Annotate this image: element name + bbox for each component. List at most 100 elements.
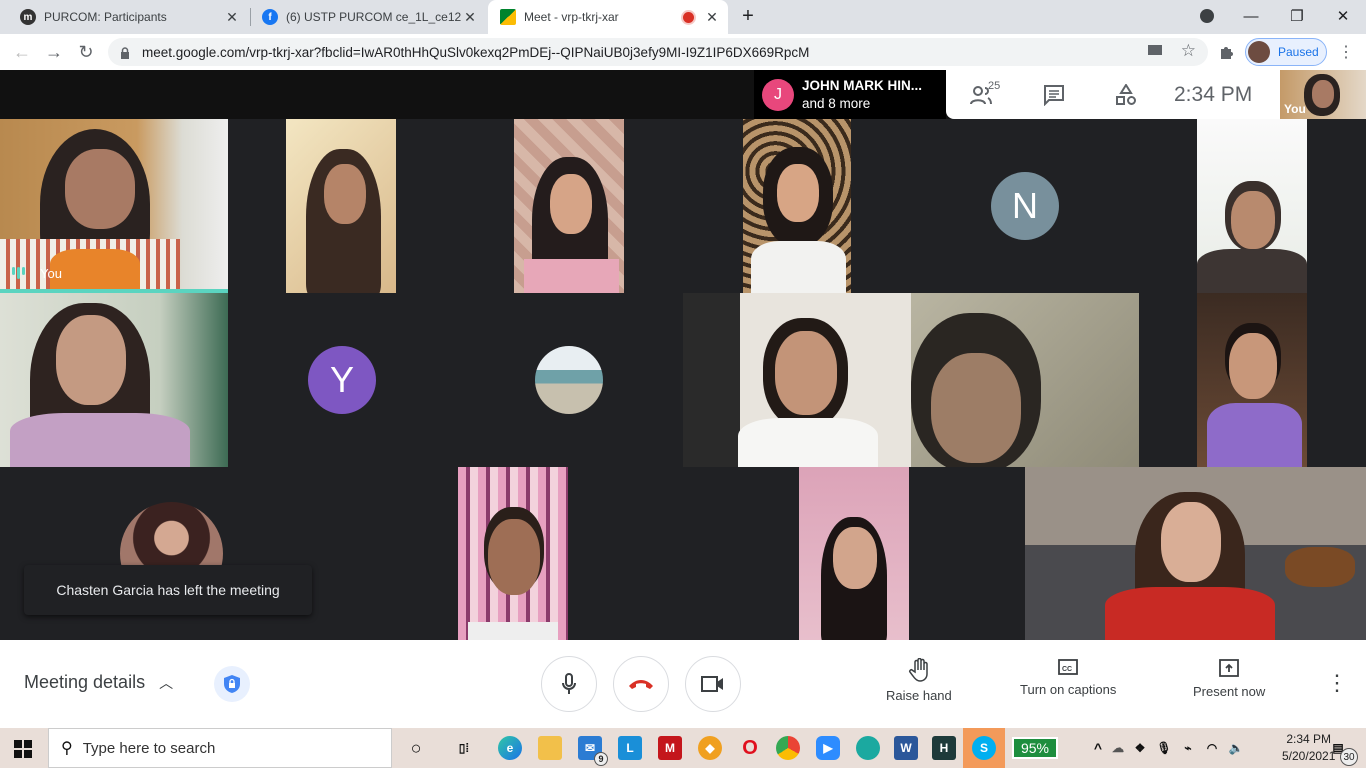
- new-tab-button[interactable]: +: [734, 0, 762, 32]
- opera-icon[interactable]: O: [738, 736, 762, 760]
- camera-indicator-icon[interactable]: [1148, 45, 1162, 55]
- start-button[interactable]: [14, 740, 32, 758]
- participant-avatar: Y: [308, 346, 376, 414]
- skype-icon: S: [972, 736, 996, 760]
- close-tab-icon[interactable]: ✕: [224, 9, 240, 26]
- closed-captions-icon: CC: [1058, 659, 1079, 675]
- lock-icon: [120, 46, 130, 59]
- video-tile[interactable]: [286, 119, 396, 293]
- chevron-up-icon: ︿: [159, 674, 174, 691]
- video-tile[interactable]: [799, 467, 909, 640]
- video-tile-no-camera[interactable]: [120, 502, 223, 570]
- video-tile[interactable]: [1197, 119, 1307, 293]
- video-tile[interactable]: [458, 467, 568, 640]
- leave-call-button[interactable]: [613, 656, 669, 712]
- mcafee-icon[interactable]: M: [658, 736, 682, 760]
- video-tile[interactable]: [743, 119, 851, 293]
- facebook-icon: f: [262, 9, 278, 25]
- activities-button[interactable]: [1090, 70, 1162, 119]
- taskbar-search[interactable]: ⚲ Type here to search: [48, 728, 392, 768]
- wifi-icon[interactable]: ◠: [1200, 736, 1224, 760]
- word-icon[interactable]: W: [894, 736, 918, 760]
- forward-button[interactable]: →: [42, 40, 66, 64]
- app-l-icon[interactable]: L: [618, 736, 642, 760]
- hang-up-icon: [629, 680, 653, 689]
- browser-menu-icon[interactable]: ⋮: [1334, 40, 1358, 64]
- edge-icon[interactable]: e: [498, 736, 522, 760]
- battery-indicator[interactable]: 95%: [1012, 737, 1058, 759]
- video-tile-no-camera[interactable]: N: [852, 119, 1197, 293]
- video-tile[interactable]: [1025, 467, 1366, 640]
- video-tile-no-camera[interactable]: [456, 293, 683, 467]
- task-view-icon[interactable]: ▯⁞: [452, 736, 476, 760]
- present-screen-icon: [1219, 659, 1240, 677]
- back-button[interactable]: ←: [10, 40, 34, 64]
- dropbox-icon[interactable]: ❖: [1128, 736, 1152, 760]
- video-tile[interactable]: [1197, 293, 1307, 467]
- recording-icon: [683, 11, 694, 23]
- more-options-icon[interactable]: ⋮: [1326, 670, 1348, 696]
- reload-button[interactable]: ↻: [74, 40, 98, 64]
- address-bar[interactable]: meet.google.com/vrp-tkrj-xar?fbclid=IwAR…: [108, 38, 1208, 66]
- onedrive-icon[interactable]: ☁: [1106, 736, 1130, 760]
- moodle-icon: m: [20, 9, 36, 25]
- present-now-button[interactable]: Present now: [1193, 658, 1265, 699]
- captions-button[interactable]: CC Turn on captions: [1020, 658, 1116, 697]
- file-explorer-icon[interactable]: [538, 736, 562, 760]
- google-meet-icon: [500, 9, 516, 25]
- chrome-icon[interactable]: [776, 736, 800, 760]
- extensions-icon[interactable]: [1214, 40, 1238, 64]
- microphone-tray-icon[interactable]: 🎙: [1152, 736, 1176, 760]
- microphone-icon: [562, 673, 576, 694]
- video-tile[interactable]: [683, 293, 911, 467]
- video-tile[interactable]: [514, 119, 624, 293]
- cortana-icon[interactable]: ○: [404, 736, 428, 760]
- activities-icon: [1116, 83, 1136, 105]
- zoom-icon[interactable]: ▶: [816, 736, 840, 760]
- camera-icon: [701, 676, 723, 692]
- search-icon: ⚲: [61, 740, 73, 757]
- self-preview-thumbnail[interactable]: You: [1280, 70, 1366, 119]
- video-tile-no-camera[interactable]: Y: [228, 293, 456, 467]
- presenting-info[interactable]: J JOHN MARK HIN... and 8 more: [754, 70, 946, 119]
- bookmark-star-icon[interactable]: ☆: [1181, 41, 1196, 61]
- chat-button[interactable]: [1018, 70, 1090, 119]
- app-circle-icon[interactable]: [856, 736, 880, 760]
- volume-icon[interactable]: 🔈: [1224, 736, 1248, 760]
- profile-avatar: [1248, 41, 1270, 63]
- camera-button[interactable]: [685, 656, 741, 712]
- video-tile-self[interactable]: You: [0, 119, 228, 293]
- meet-bottom-bar: Meeting details ︿ Raise hand CC Turn on …: [0, 640, 1366, 728]
- raise-hand-icon: [908, 658, 928, 682]
- microphone-button[interactable]: [541, 656, 597, 712]
- restore-button[interactable]: ❐: [1274, 0, 1320, 32]
- notifications-icon[interactable]: ▤ 30: [1326, 736, 1358, 766]
- video-tile[interactable]: [911, 293, 1139, 467]
- close-tab-icon[interactable]: ✕: [704, 9, 720, 26]
- mail-icon[interactable]: ✉ 9: [578, 736, 608, 766]
- meet-info-bar: 25 2:34 PM: [946, 70, 1280, 119]
- host-controls-button[interactable]: [214, 666, 250, 702]
- tab-purcom-participants[interactable]: m PURCOM: Participants ✕: [8, 0, 248, 34]
- raise-hand-button[interactable]: Raise hand: [886, 658, 952, 703]
- participant-profile-photo: [535, 346, 603, 414]
- participants-button[interactable]: 25: [946, 70, 1018, 119]
- meeting-details-button[interactable]: Meeting details ︿: [24, 672, 173, 693]
- profile-button[interactable]: Paused: [1245, 38, 1327, 66]
- vpn-icon[interactable]: ◆: [698, 736, 722, 760]
- tab-facebook[interactable]: f (6) USTP PURCOM ce_1L_ce12 Se ✕: [250, 0, 486, 34]
- app-h-icon[interactable]: H: [932, 736, 956, 760]
- power-icon[interactable]: ⌁: [1176, 736, 1200, 760]
- minimize-button[interactable]: —: [1228, 0, 1274, 32]
- windows-taskbar: ⚲ Type here to search ○ ▯⁞ e ✉ 9 L M ◆ O …: [0, 728, 1366, 768]
- speaking-indicator-icon: [12, 267, 25, 279]
- close-window-button[interactable]: ✕: [1320, 0, 1366, 32]
- meet-video-grid: You N Y Chasten Garcia has left the meet…: [0, 70, 1366, 640]
- tab-google-meet[interactable]: Meet - vrp-tkrj-xar ✕: [488, 0, 728, 34]
- svg-text:CC: CC: [1062, 666, 1072, 673]
- close-tab-icon[interactable]: ✕: [462, 9, 478, 26]
- skype-taskbar-button[interactable]: S: [963, 728, 1005, 768]
- video-tile[interactable]: [0, 293, 228, 467]
- tab-search-button[interactable]: [1184, 0, 1230, 32]
- presenter-more: and 8 more: [802, 95, 871, 111]
